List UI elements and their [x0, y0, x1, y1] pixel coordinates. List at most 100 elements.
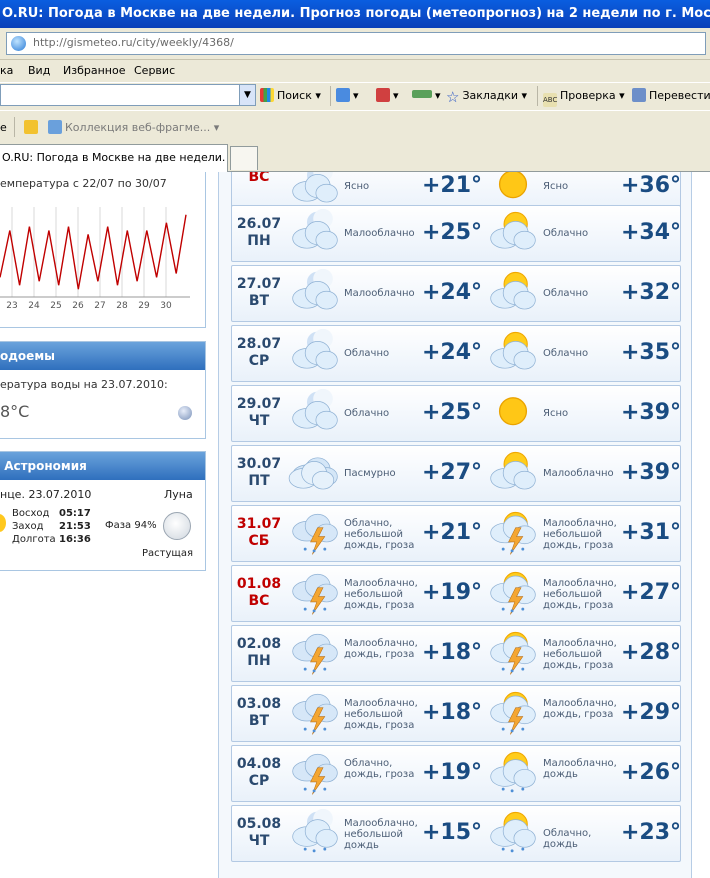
toolbar-separator — [14, 117, 15, 137]
forecast-date: 31.07 СБ — [236, 516, 282, 549]
day-temperature: +36° — [621, 173, 682, 198]
forecast-date: 04.08 СР — [236, 756, 282, 789]
x-tick-label: 23 — [6, 301, 17, 311]
day-temperature: +27° — [621, 580, 682, 605]
forecast-row: 01.08 ВС Малооблачно, небольшой дождь, г… — [231, 565, 681, 622]
day-temperature: +28° — [621, 640, 682, 665]
sun-rain-icon — [490, 811, 536, 853]
temperature-widget: емпература с 22/07 по 30/07 23 24 25 26 27 28… — [0, 172, 206, 328]
sun-cloud-icon — [490, 331, 536, 370]
forecast-date: 26.07 ПН — [236, 216, 282, 249]
night-temperature: +18° — [422, 700, 483, 725]
address-input[interactable]: http://gismeteo.ru/city/weekly/4368/ — [6, 32, 706, 55]
night-temperature: +19° — [422, 580, 483, 605]
water-widget: одоемы ература воды на 23.07.2010: 8°C — [0, 341, 206, 439]
favorites-bar: е Коллекция веб-фрагме... ▾ — [0, 110, 710, 142]
day-description: Малооблачно, небольшой дождь, гроза — [543, 578, 617, 611]
favorites-button[interactable]: е — [0, 119, 7, 137]
day-description: Ясно — [543, 181, 569, 192]
menu-item-favorites[interactable]: Избранное — [63, 64, 125, 77]
day-description: Облачно, дождь — [543, 828, 592, 850]
forecast-row: 29.07 ЧТ Облачно +25° Ясно +39° — [231, 385, 681, 442]
chevron-down-icon[interactable]: ▼ — [239, 85, 255, 105]
menu-item-tools[interactable]: Сервис — [134, 64, 175, 77]
storm-icon — [292, 753, 338, 795]
search-button[interactable]: Поиск ▾ — [260, 87, 321, 105]
info-icon[interactable] — [178, 406, 192, 420]
add-favorite-button[interactable] — [24, 119, 41, 137]
night-temperature: +19° — [422, 760, 483, 785]
menu-item-view[interactable]: Вид — [28, 64, 50, 77]
night-description: Малооблачно, небольшой дождь, гроза — [344, 698, 418, 731]
add-button[interactable]: ▾ — [336, 87, 359, 105]
astronomy-widget-title: Астрономия — [0, 452, 205, 480]
sun-values: 05:17 21:53 16:36 — [59, 508, 91, 545]
spellcheck-button[interactable]: ABC Проверка ▾ — [543, 87, 625, 107]
new-tab-button[interactable] — [230, 146, 258, 170]
day-description: Облачно — [543, 348, 589, 359]
popup-blocker-button[interactable]: ▾ — [376, 87, 399, 105]
spellcheck-icon: ABC — [543, 93, 557, 107]
web-slice-gallery-link[interactable]: Коллекция веб-фрагме... ▾ — [48, 119, 219, 137]
menu-item-edit[interactable]: ка — [0, 64, 13, 77]
translate-button[interactable]: Перевести — [632, 87, 710, 105]
day-temperature: +29° — [621, 700, 682, 725]
sun-labels: Восход Заход Долгота — [12, 508, 56, 545]
tab-gismeteo[interactable]: O.RU: Погода в Москве на две недели. Пр.… — [0, 144, 228, 172]
plus-icon — [336, 88, 350, 102]
moon-icon — [163, 512, 191, 540]
forecast-row: 28.07 СР Облачно +24° Облачно +35° — [231, 325, 681, 382]
moon-cloud-icon — [292, 328, 338, 370]
storm-icon — [292, 573, 338, 615]
night-temperature: +24° — [422, 280, 483, 305]
storm-icon — [292, 693, 338, 735]
night-description: Ясно — [344, 181, 370, 192]
day-description: Малооблачно, небольшой дождь, гроза — [543, 638, 617, 671]
forecast-date: 27.07 ВТ — [236, 276, 282, 309]
bookmarks-button[interactable]: ☆ Закладки ▾ — [446, 87, 527, 105]
translate-icon — [632, 88, 646, 102]
x-tick-label: 27 — [94, 301, 105, 311]
water-widget-title: одоемы — [0, 342, 205, 370]
day-description: Малооблачно, дождь — [543, 758, 617, 780]
forecast-date: 03.08 ВТ — [236, 696, 282, 729]
day-description: Облачно — [543, 228, 589, 239]
ie-page-icon — [48, 120, 62, 134]
cloud-icon — [288, 457, 338, 490]
tab-strip: O.RU: Погода в Москве на две недели. Пр.… — [0, 142, 710, 172]
forecast-row: 05.08 ЧТ Малооблачно, небольшой дождь +1… — [231, 805, 681, 862]
toolbar-separator — [537, 86, 538, 106]
sun-icon — [0, 514, 6, 532]
sun-icon — [498, 397, 528, 426]
yandex-toolbar: ▼ Поиск ▾ ▾ ▾ ▾ ☆ Закладки ▾ ABC Проверка … — [0, 82, 710, 110]
moon-phase: Фаза 94% — [105, 520, 157, 531]
night-description: Облачно, небольшой дождь, гроза — [344, 518, 415, 551]
night-temperature: +18° — [422, 640, 483, 665]
sun-storm-icon — [490, 691, 536, 735]
sun-storm-icon — [490, 511, 536, 555]
day-temperature: +32° — [621, 280, 682, 305]
sun-cloud-icon — [490, 451, 536, 490]
forecast-date: 02.08 ПН — [236, 636, 282, 669]
night-description: Облачно — [344, 348, 390, 359]
forecast-date: 30.07 ПТ — [236, 456, 282, 489]
menu-bar: ка Вид Избранное Сервис — [0, 60, 710, 82]
forecast-date: ВС — [248, 172, 270, 185]
x-tick-label: 30 — [160, 301, 172, 311]
day-temperature: +39° — [621, 460, 682, 485]
night-temperature: +25° — [422, 400, 483, 425]
x-tick-label: 28 — [116, 301, 128, 311]
toolbar-search-input[interactable]: ▼ — [0, 84, 256, 106]
moon-rain-icon — [292, 808, 338, 853]
day-description: Облачно — [543, 288, 589, 299]
sun-cloud-icon — [490, 211, 536, 250]
address-bar: http://gismeteo.ru/city/weekly/4368/ — [0, 28, 710, 60]
autofill-button[interactable]: ▾ — [412, 87, 441, 105]
night-description: Пасмурно — [344, 468, 396, 479]
storm-icon — [292, 633, 338, 675]
day-temperature: +31° — [621, 520, 682, 545]
night-temperature: +21° — [422, 520, 483, 545]
forecast-row: 31.07 СБ Облачно, небольшой дождь, гроза… — [231, 505, 681, 562]
astronomy-widget: Астрономия нце. 23.07.2010 Луна Восход З… — [0, 451, 206, 571]
night-temperature: +27° — [422, 460, 483, 485]
